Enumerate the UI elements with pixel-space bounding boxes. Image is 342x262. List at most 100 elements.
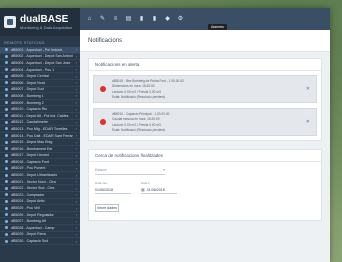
station-icon bbox=[5, 127, 8, 131]
sidebar-item-label: dB5010 - Captacio Riu bbox=[11, 107, 48, 112]
from-date-input[interactable]: 01/06/2018 bbox=[95, 186, 131, 194]
sidebar-item[interactable]: dB5019 - Pou Ponent › bbox=[0, 166, 80, 173]
history-panel: Cerca de notificacions finalitzades Esta… bbox=[88, 149, 322, 221]
from-date-label: Data inici bbox=[95, 181, 108, 185]
view-data-button[interactable]: Veure dades bbox=[95, 204, 119, 212]
sidebar-item[interactable]: dB5017 - Depot Llevant › bbox=[0, 153, 80, 160]
sidebar-item[interactable]: dB5008 - Bombeig 1 › bbox=[0, 93, 80, 100]
alert-line: Caudal mesura en hora: 15:20:00 bbox=[112, 117, 160, 122]
sidebar-item-label: dB5008 - Bombeig 1 bbox=[11, 93, 44, 98]
sidebar-item-label: dB5013 - Pou Mig - EDAR Torrelles bbox=[11, 126, 68, 131]
alert-item[interactable]: dB5018 - Bes Bombeig de Pedra Font - 1.0… bbox=[93, 75, 317, 103]
tag-icon[interactable]: ▮ bbox=[151, 16, 158, 23]
sidebar-item[interactable]: dB5029 - Depot Riera › bbox=[0, 232, 80, 239]
station-icon bbox=[5, 232, 8, 236]
station-icon bbox=[5, 180, 8, 184]
chart-icon[interactable]: ▤ bbox=[125, 16, 132, 23]
chevron-right-icon: › bbox=[75, 126, 77, 132]
bell-icon[interactable]: ◆ bbox=[164, 16, 171, 23]
sidebar-item[interactable]: dB5011 - Depot Alt - Pol Ind. Caldes › bbox=[0, 113, 80, 120]
sidebar-item[interactable]: dB5016 - Bombament Est › bbox=[0, 146, 80, 153]
edit-icon[interactable]: ✎ bbox=[99, 16, 106, 23]
sidebar-item[interactable]: dB5001 - Aqueduct - Pol Industr. › bbox=[0, 47, 80, 54]
chevron-right-icon: › bbox=[75, 179, 77, 185]
list-icon[interactable]: ≡ bbox=[112, 16, 119, 23]
sidebar-item[interactable]: dB5030 - Captacio Sud › bbox=[0, 238, 80, 245]
sidebar-item[interactable]: dB5014 - Pou Dalt - EDAR Sant Ferran › bbox=[0, 133, 80, 140]
sidebar-item[interactable]: dB5007 - Depot Sud › bbox=[0, 87, 80, 94]
sidebar-item-label: dB5027 - Bombeig Alt bbox=[11, 219, 46, 224]
chevron-down-icon: ▾ bbox=[163, 168, 165, 172]
logo[interactable]: dualBASE Monitoring & Data Acquisition bbox=[0, 8, 80, 36]
alert-line: dB5018 - Bes Bombeig de Pedra Font - 1.0… bbox=[112, 78, 184, 83]
sidebar-item-label: dB5004 - Aqueduct - Pou 1 bbox=[11, 67, 55, 72]
sidebar-item[interactable]: dB5020 - Depot Urbanitzacio › bbox=[0, 172, 80, 179]
chevron-right-icon: › bbox=[75, 47, 77, 53]
sidebar-item[interactable]: dB5028 - Aqueduct - Camp › bbox=[0, 225, 80, 232]
station-icon bbox=[5, 193, 8, 197]
sidebar-item[interactable]: dB5010 - Captacio Riu › bbox=[0, 106, 80, 113]
logo-text-block: dualBASE Monitoring & Data Acquisition bbox=[20, 14, 73, 30]
sidebar-item[interactable]: dB5004 - Aqueduct - Pou 1 › bbox=[0, 67, 80, 74]
gear-icon[interactable]: ⚙ bbox=[177, 16, 184, 23]
alert-line: dB5010 - Captacio Principal - 1.00.00.00 bbox=[112, 111, 170, 116]
tag-icon[interactable]: ▮ bbox=[138, 16, 145, 23]
sidebar-item-label: dB5024 - Depot Antic bbox=[11, 199, 45, 204]
close-icon[interactable]: ✕ bbox=[306, 119, 310, 125]
station-icon bbox=[5, 226, 8, 230]
sidebar-item-label: dB5009 - Bombeig 2 bbox=[11, 100, 44, 105]
sidebar-item[interactable]: dB5009 - Bombeig 2 › bbox=[0, 100, 80, 107]
sidebar-item[interactable]: dB5012 - Caudalimetre › bbox=[0, 120, 80, 127]
chevron-right-icon: › bbox=[75, 152, 77, 158]
station-icon bbox=[5, 54, 8, 58]
to-date-input[interactable]: ▦ 01/06/2018 bbox=[141, 186, 177, 194]
station-icon bbox=[5, 166, 8, 170]
sidebar-item[interactable]: dB5003 - Aqueduct - Depot San Jose › bbox=[0, 60, 80, 67]
to-date-field: Data fi ▦ 01/06/2018 bbox=[141, 181, 177, 194]
chevron-right-icon: › bbox=[75, 133, 77, 139]
chevron-right-icon: › bbox=[75, 139, 77, 145]
alerts-panel-title: Notificacions en alerta bbox=[89, 59, 321, 71]
alerts-panel: Notificacions en alerta dB5018 - Bes Bom… bbox=[88, 58, 322, 141]
app-tagline: Monitoring & Data Acquisition bbox=[20, 24, 73, 30]
alert-line: Lectura: 0.00 m3 / Previst 0.00 m3 bbox=[112, 89, 161, 94]
page-header: Notificacions bbox=[80, 30, 330, 52]
chevron-right-icon: › bbox=[75, 113, 77, 119]
station-icon bbox=[5, 147, 8, 151]
station-icon bbox=[5, 107, 8, 111]
station-icon bbox=[5, 74, 8, 78]
alert-item[interactable]: dB5010 - Captacio Principal - 1.00.00.00… bbox=[93, 108, 317, 136]
sidebar-item[interactable]: dB5002 - Aqueduct - Depot San Antoni › bbox=[0, 54, 80, 61]
sidebar-item[interactable]: dB5025 - Pou Vell › bbox=[0, 205, 80, 212]
chevron-right-icon: › bbox=[75, 106, 77, 112]
chevron-right-icon: › bbox=[75, 100, 77, 106]
sidebar-item[interactable]: dB5024 - Depot Antic › bbox=[0, 199, 80, 206]
sidebar-item[interactable]: dB5006 - Depot Nord › bbox=[0, 80, 80, 87]
sidebar-item[interactable]: dB5022 - Sector Sud - Ctra › bbox=[0, 185, 80, 193]
sidebar-item-label: dB5006 - Depot Nord bbox=[11, 80, 45, 85]
tooltip: Alarmes bbox=[208, 24, 227, 30]
sidebar-item[interactable]: dB5013 - Pou Mig - EDAR Torrelles › bbox=[0, 126, 80, 133]
sidebar-item[interactable]: dB5015 - Depot Mas Roig › bbox=[0, 139, 80, 146]
sidebar-item[interactable]: dB5026 - Depot Regulador › bbox=[0, 212, 80, 219]
sidebar-item[interactable]: dB5027 - Bombeig Alt › bbox=[0, 218, 80, 226]
station-select[interactable]: Estacio ▾ bbox=[95, 166, 165, 175]
close-icon[interactable]: ✕ bbox=[306, 86, 310, 92]
logo-icon bbox=[4, 16, 16, 28]
sidebar-item-label: dB5012 - Caudalimetre bbox=[11, 120, 48, 125]
sidebar-section-label: Remote stations bbox=[4, 40, 45, 45]
chevron-right-icon: › bbox=[75, 205, 77, 211]
sidebar-item[interactable]: dB5018 - Captacio Font › bbox=[0, 159, 80, 166]
sidebar-item[interactable]: dB5005 - Depot Central › bbox=[0, 73, 80, 80]
alert-line: Lectura: 0.00 m3 / Previst 0.00 m3 bbox=[112, 122, 161, 127]
sidebar-item-label: dB5028 - Aqueduct - Camp bbox=[11, 225, 55, 230]
page-title: Notificacions bbox=[88, 37, 123, 44]
station-icon bbox=[5, 101, 8, 105]
to-date-label: Data fi bbox=[141, 181, 150, 185]
chevron-right-icon: › bbox=[75, 218, 77, 224]
sidebar-list: dB5001 - Aqueduct - Pol Industr. › dB5002 … bbox=[0, 47, 80, 245]
from-date-field: Data inici 01/06/2018 bbox=[95, 181, 131, 194]
home-icon[interactable]: ⌂ bbox=[86, 16, 93, 23]
sidebar-item[interactable]: dB5023 - Comptador › bbox=[0, 192, 80, 199]
sidebar-item[interactable]: dB5021 - Sector Nord - Ctra › bbox=[0, 179, 80, 186]
